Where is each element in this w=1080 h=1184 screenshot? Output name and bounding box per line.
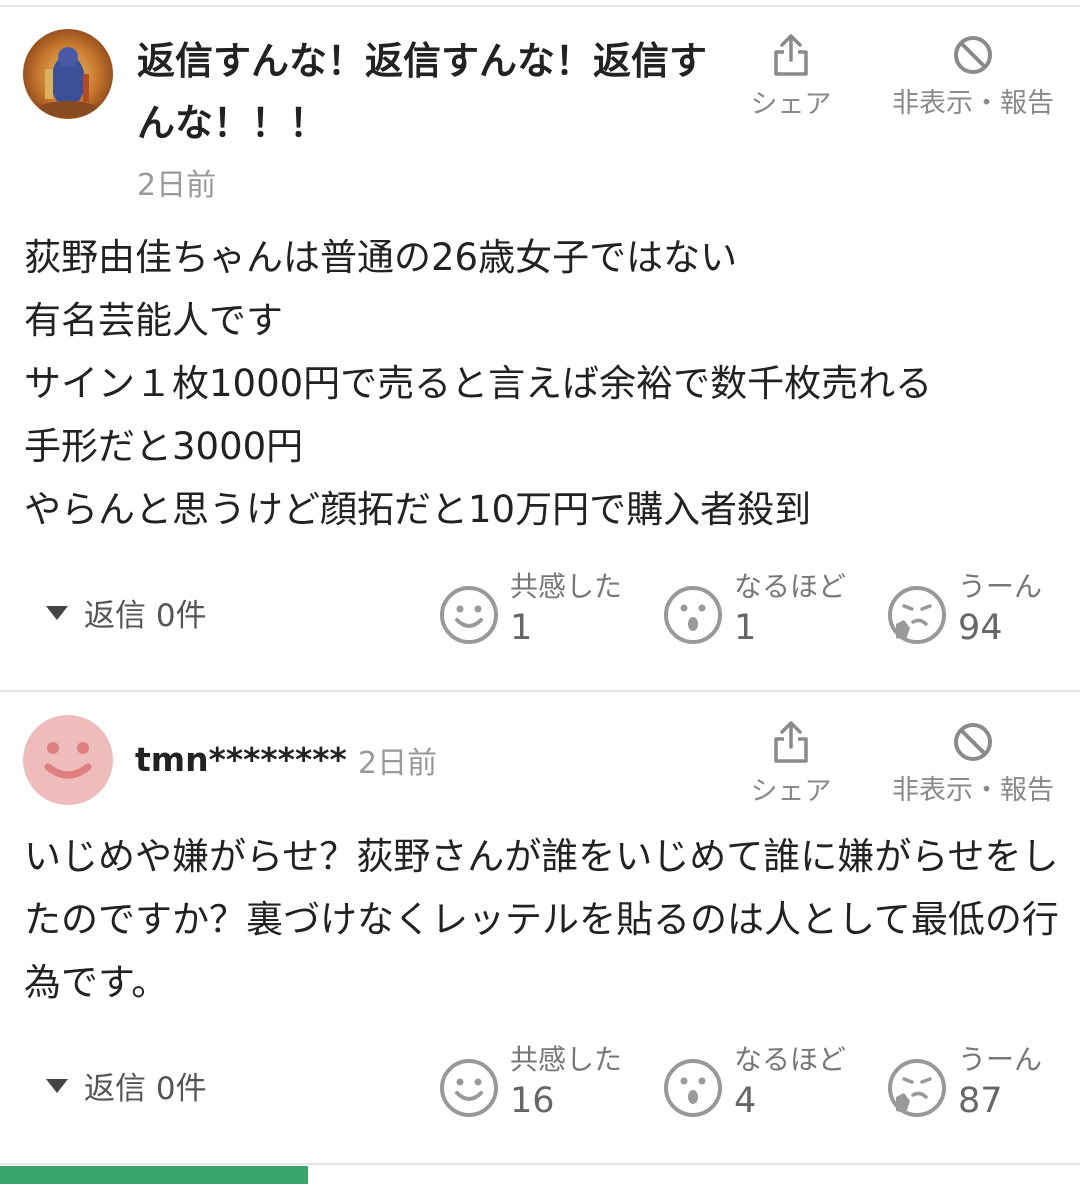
replies-label: 返信 0件 [84,1071,207,1107]
reaction-empathy-button[interactable]: 共感した 16 [438,1043,622,1125]
reaction-count: 87 [958,1081,1003,1121]
share-label: シェア [750,776,832,807]
reaction-count: 16 [510,1081,555,1121]
bottom-banner[interactable] [0,1166,308,1184]
avatar[interactable] [23,715,113,805]
reaction-label: なるほど [734,1043,847,1076]
caret-down-icon [46,1078,68,1093]
surprised-icon [664,1059,722,1117]
reaction-count: 94 [958,608,1003,648]
reaction-empathy-button[interactable]: 共感した 1 [438,570,622,652]
thinking-icon [888,1059,946,1117]
smile-icon [440,586,498,644]
block-icon [954,723,992,761]
comment-body: 荻野由佳ちゃんは普通の26歳女子ではない 有名芸能人です サイン１枚1000円で… [24,236,933,531]
replies-toggle[interactable]: 返信 0件 [46,590,207,635]
share-icon [774,34,808,76]
reaction-count: 1 [734,608,757,648]
username[interactable]: tmn******** [135,740,347,779]
reaction-label: 共感した [510,1043,623,1076]
comment-body: いじめや嫌がらせ？荻野さんが誰をいじめて誰に嫌がらせをしたのですか？裏づけなくレ… [24,835,1059,1004]
replies-label: 返信 0件 [84,598,207,634]
hide-report-button[interactable]: 非表示・報告 [886,720,1060,807]
share-button[interactable]: シェア [748,719,834,808]
share-label: シェア [750,89,832,120]
hide-report-button[interactable]: 非表示・報告 [886,33,1060,120]
thinking-icon [888,586,946,644]
hide-report-label: 非表示・報告 [892,88,1054,119]
caret-down-icon [46,605,68,620]
avatar[interactable] [23,29,113,119]
reaction-label: うーん [958,1043,1043,1076]
comment-card: tmn******** 2日前 シェア 非表示・報告 いじめや嫌がらせ？荻野さん… [0,692,1080,1164]
comment-divider [0,1163,1080,1165]
share-button[interactable]: シェア [748,32,834,121]
block-icon [954,36,992,74]
reaction-hmm-button[interactable]: うーん 94 [886,570,1042,652]
surprised-icon [664,586,722,644]
reaction-label: なるほど [734,570,847,603]
timestamp: 2日前 [358,746,438,781]
reaction-insight-button[interactable]: なるほど 4 [662,1043,846,1125]
hide-report-label: 非表示・報告 [892,775,1054,806]
smile-icon [440,1059,498,1117]
replies-toggle[interactable]: 返信 0件 [46,1063,207,1108]
share-icon [774,721,808,763]
timestamp: 2日前 [137,168,217,203]
comment-card: 返信すんな！返信すんな！返信すんな！！！ 2日前 シェア 非表示・報告 荻野由佳… [0,0,1080,690]
reaction-label: うーん [958,570,1043,603]
reaction-count: 4 [734,1081,757,1121]
reaction-insight-button[interactable]: なるほど 1 [662,570,846,652]
reaction-count: 1 [510,608,533,648]
username[interactable]: 返信すんな！返信すんな！返信すんな！！！ [137,30,707,154]
reaction-hmm-button[interactable]: うーん 87 [886,1043,1042,1125]
reaction-label: 共感した [510,570,623,603]
